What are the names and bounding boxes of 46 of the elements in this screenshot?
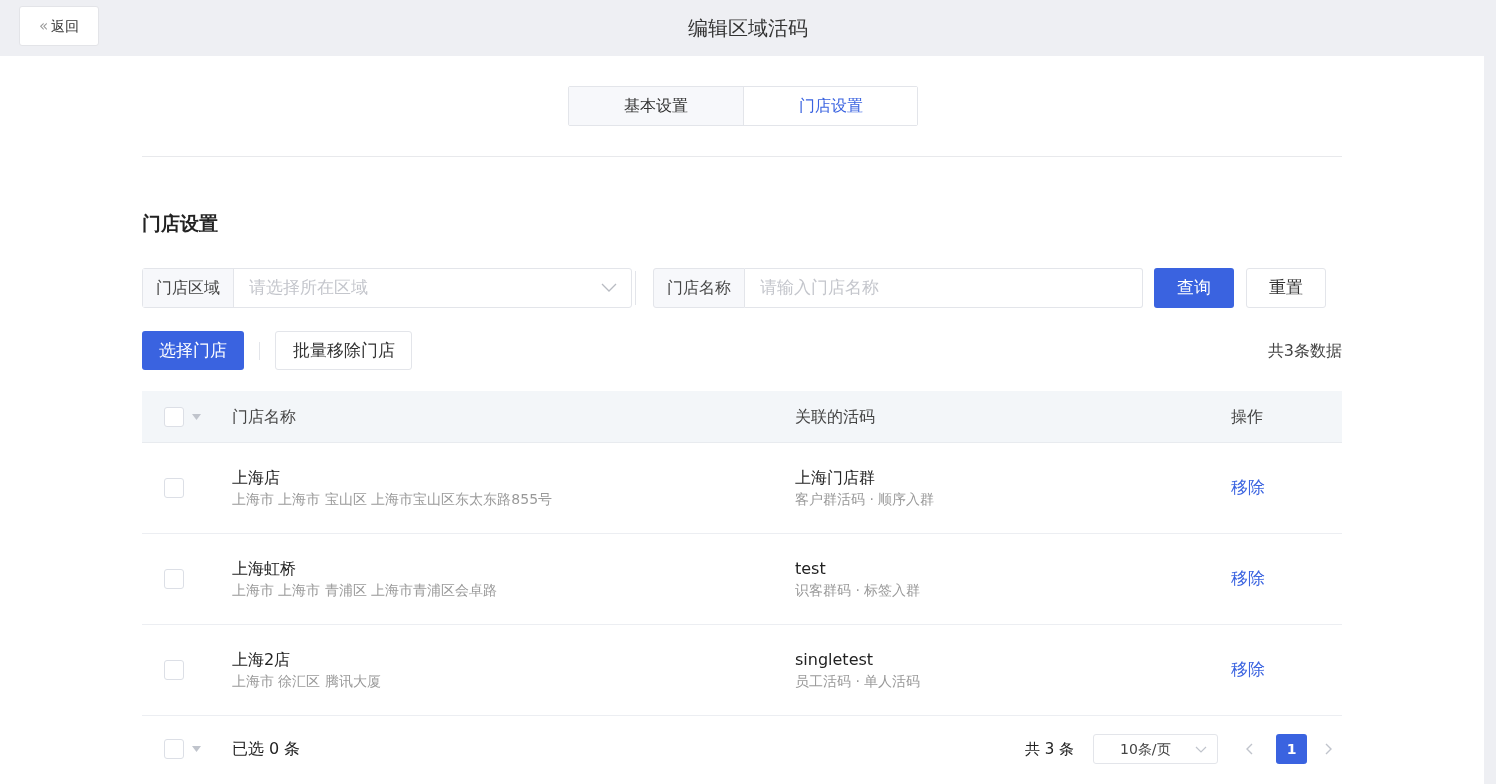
code-name: 上海门店群 (795, 467, 876, 489)
back-button[interactable]: « 返回 (19, 6, 99, 46)
checkbox[interactable] (164, 569, 184, 589)
column-header: 关联的活码 (795, 405, 876, 428)
selected-count: 已选 0 条 (232, 738, 301, 760)
caret-icon[interactable] (192, 413, 201, 420)
store-name: 上海虹桥 (232, 558, 297, 580)
page-size-select[interactable]: 10条/页 (1093, 734, 1218, 764)
select-stores-button[interactable]: 选择门店 (142, 331, 244, 370)
store-name: 上海2店 (232, 649, 292, 671)
checkbox[interactable] (164, 478, 184, 498)
reset-button[interactable]: 重置 (1246, 268, 1326, 308)
code-type: 识客群码 · 标签入群 (795, 581, 922, 600)
page-button[interactable]: 1 (1276, 734, 1307, 764)
tab[interactable]: 门店设置 (743, 87, 917, 125)
total-count: 共 3 条 (1024, 738, 1074, 760)
checkbox[interactable] (164, 406, 184, 427)
store-name: 上海店 (232, 467, 281, 489)
code-name: singletest (795, 649, 875, 671)
column-header: 门店名称 (232, 405, 297, 428)
caret-icon[interactable] (192, 746, 201, 752)
code-type: 客户群活码 · 顺序入群 (795, 490, 936, 509)
remove-link[interactable]: 移除 (1231, 657, 1265, 683)
store-name-field[interactable]: 请输入门店名称 (745, 268, 1143, 308)
page-title: 编辑区域活码 (688, 15, 808, 42)
section-title: 门店设置 (142, 211, 219, 235)
column-header: 操作 (1231, 405, 1263, 428)
batch-remove-button[interactable]: 批量移除门店 (275, 331, 412, 370)
checkbox[interactable] (164, 660, 184, 680)
next-page-icon[interactable] (1324, 743, 1332, 755)
chevron-down-icon (601, 283, 617, 293)
tab[interactable]: 基本设置 (569, 87, 743, 125)
remove-link[interactable]: 移除 (1231, 566, 1265, 592)
total-count: 共3条数据 (1267, 339, 1342, 362)
remove-link[interactable]: 移除 (1231, 475, 1265, 501)
previous-page-icon[interactable] (1246, 743, 1254, 755)
checkbox[interactable] (164, 739, 184, 759)
store-address: 上海市 徐汇区 腾讯大厦 (232, 672, 382, 691)
code-name: test (795, 558, 827, 580)
code-type: 员工活码 · 单人活码 (795, 672, 922, 691)
region-select[interactable]: 门店区域 请选择所在区域 (142, 268, 632, 308)
chevron-down-icon (1195, 745, 1207, 753)
search-button[interactable]: 查询 (1154, 268, 1234, 308)
field-label: 门店名称 (653, 268, 745, 308)
store-address: 上海市 上海市 宝山区 上海市宝山区东太东路855号 (232, 490, 554, 509)
store-address: 上海市 上海市 青浦区 上海市青浦区会卓路 (232, 581, 499, 600)
